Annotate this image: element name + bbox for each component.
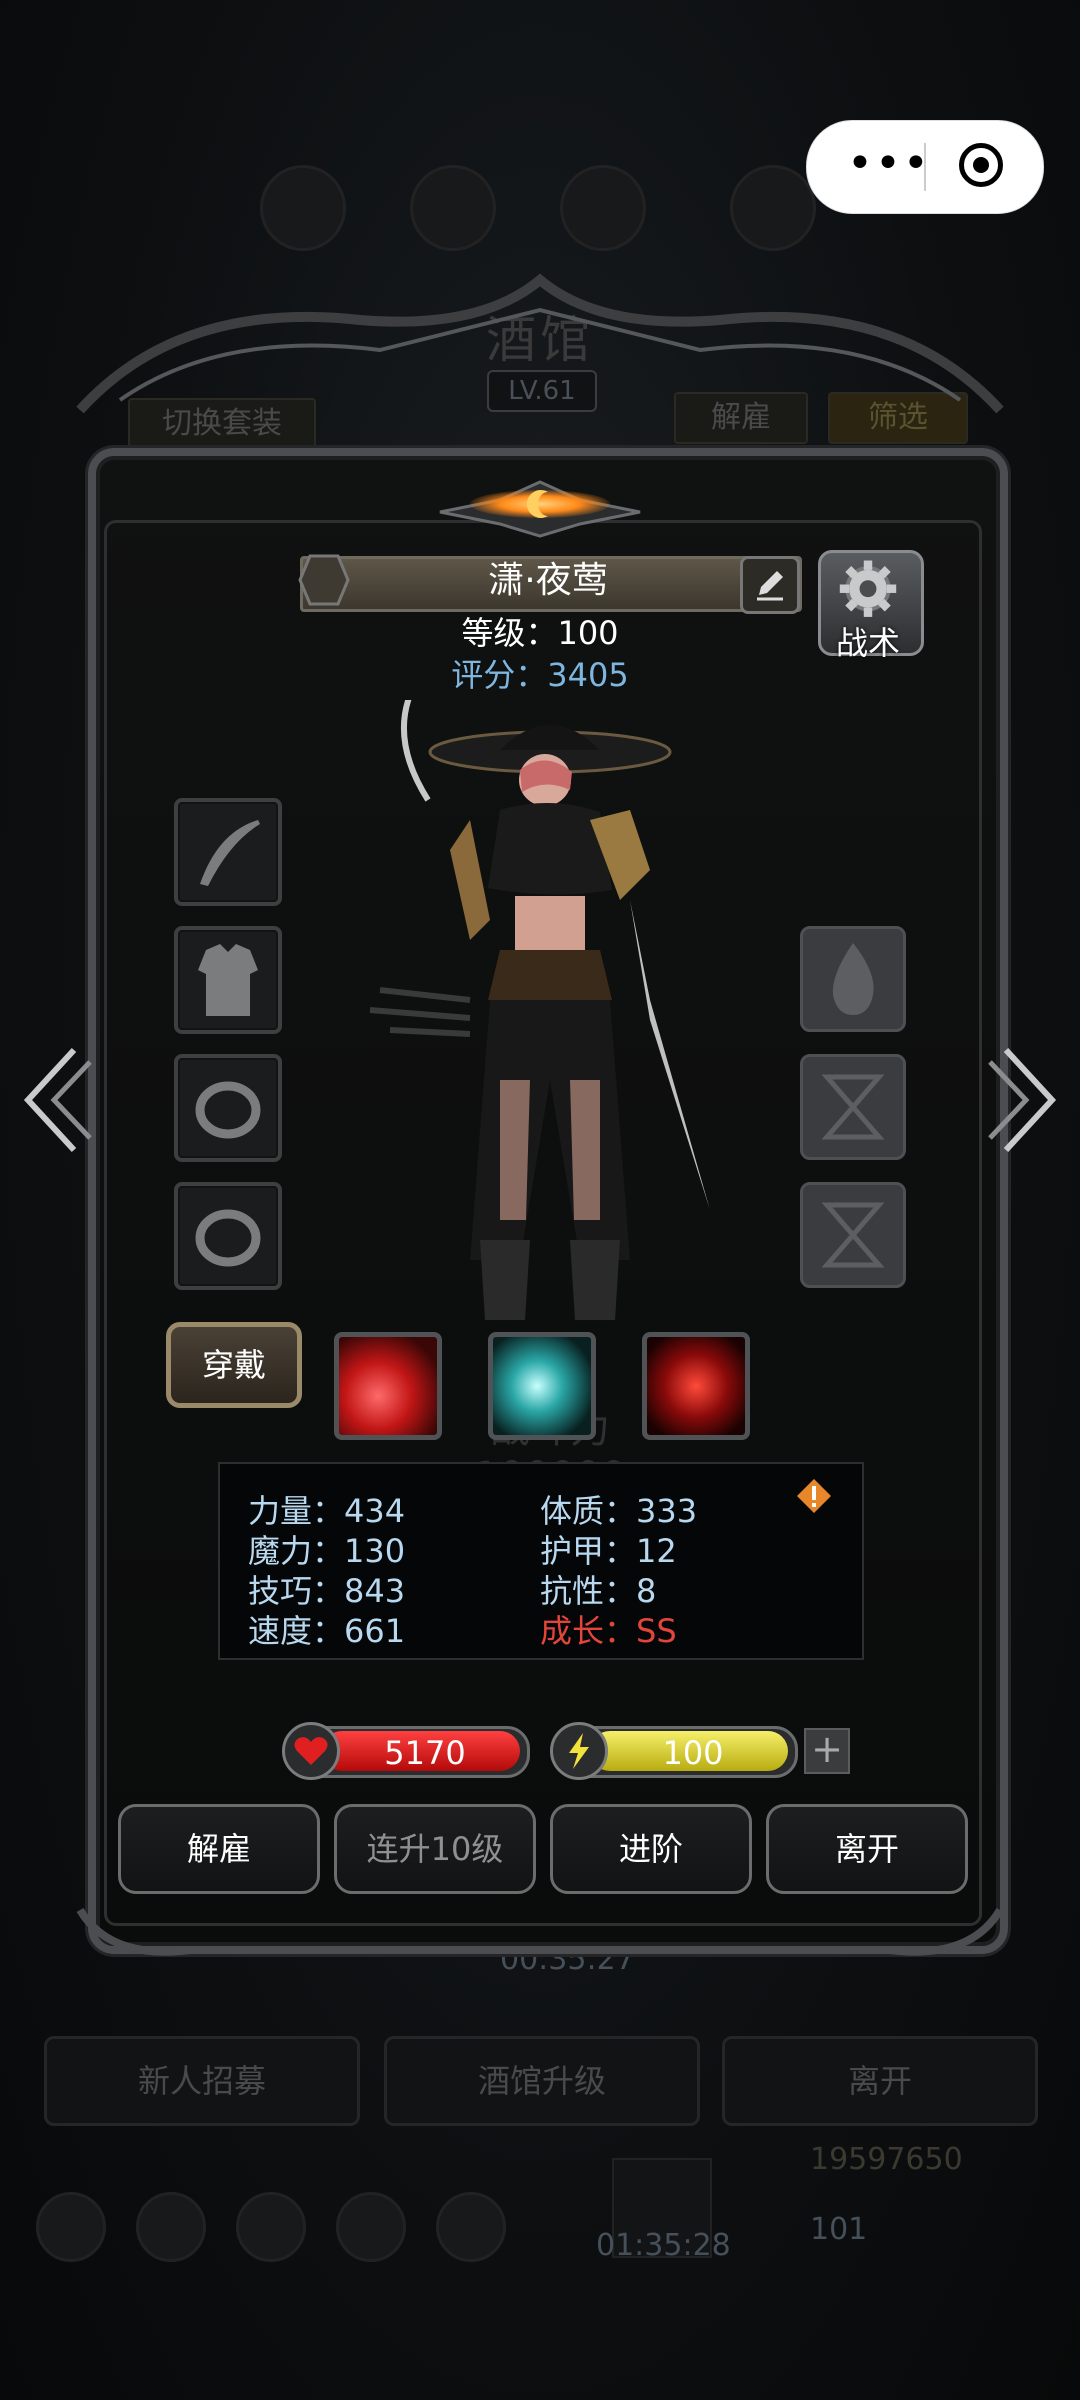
- bg-gold-amount: 19597650: [810, 2142, 963, 2177]
- stat-growth: 成长：SS: [540, 1612, 677, 1650]
- bg-menu-icon: [410, 165, 496, 251]
- hero-portrait: [369, 700, 710, 1320]
- bg-bottom-icon: [436, 2192, 506, 2262]
- equip-slot-weapon[interactable]: [174, 798, 282, 906]
- bg-recruit-button: 新人招募: [44, 2036, 360, 2126]
- wear-equipment-button[interactable]: 穿戴: [166, 1322, 302, 1408]
- equip-slot-ring-1[interactable]: [174, 1054, 282, 1162]
- hero-name: 潇·夜莺: [488, 560, 608, 601]
- tactic-label: 战术: [835, 624, 900, 662]
- previous-hero-arrow-icon[interactable]: [14, 1040, 94, 1160]
- bg-gem-amount: 101: [810, 2212, 868, 2247]
- rename-edit-button[interactable]: [740, 556, 800, 614]
- hero-level: 等级：100: [461, 614, 619, 652]
- add-energy-button[interactable]: +: [804, 1728, 850, 1774]
- skill-slash-icon[interactable]: [334, 1332, 442, 1440]
- capsule-divider: [924, 143, 926, 191]
- miniprogram-capsule: •••: [806, 120, 1044, 214]
- ring-icon: [195, 1209, 261, 1267]
- next-hero-arrow-icon[interactable]: [986, 1040, 1066, 1160]
- leave-button[interactable]: 离开: [766, 1804, 968, 1894]
- advance-button[interactable]: 进阶: [550, 1804, 752, 1894]
- rune-slot-fire[interactable]: [800, 926, 906, 1032]
- pencil-icon: [757, 571, 783, 601]
- ornate-frame-bottom: [76, 1907, 1004, 1956]
- crescent-moon-icon: [526, 490, 548, 518]
- bg-upgrade-button: 酒馆升级: [384, 2036, 700, 2126]
- equip-slot-armor[interactable]: [174, 926, 282, 1034]
- bg-menu-icon: [730, 165, 816, 251]
- bg-menu-icon: [560, 165, 646, 251]
- bg-bottom-icon: [336, 2192, 406, 2262]
- skill-wind-icon[interactable]: [488, 1332, 596, 1440]
- rune-slot-3[interactable]: [800, 1182, 906, 1288]
- bg-menu-icon: [260, 165, 346, 251]
- energy-value: 100: [662, 1734, 724, 1772]
- ring-icon: [195, 1081, 261, 1139]
- equip-slot-ring-2[interactable]: [174, 1182, 282, 1290]
- more-dots-icon[interactable]: •••: [847, 142, 929, 186]
- info-warning-icon[interactable]: [796, 1478, 832, 1514]
- bg-leave-button: 离开: [722, 2036, 1038, 2126]
- level-up-10-button[interactable]: 连升10级: [334, 1804, 536, 1894]
- hourglass-icon: [821, 1202, 885, 1268]
- bg-bottom-icon: [236, 2192, 306, 2262]
- stat-speed: 速度：661: [248, 1612, 406, 1650]
- dismiss-button[interactable]: 解雇: [118, 1804, 320, 1894]
- armor-icon: [198, 944, 258, 1016]
- hp-value: 5170: [384, 1734, 466, 1772]
- skill-blood-icon[interactable]: [642, 1332, 750, 1440]
- rune-slot-2[interactable]: [800, 1054, 906, 1160]
- bg-gift-timer: 01:35:28: [596, 2228, 731, 2263]
- hero-score: 评分：3405: [451, 656, 629, 694]
- hourglass-icon: [821, 1074, 885, 1140]
- dagger-icon: [200, 820, 260, 886]
- close-target-icon[interactable]: [959, 143, 1003, 187]
- bg-bottom-icon: [36, 2192, 106, 2262]
- ornate-frame-top: [76, 273, 1004, 414]
- flame-icon: [832, 943, 874, 1015]
- bg-bottom-icon: [136, 2192, 206, 2262]
